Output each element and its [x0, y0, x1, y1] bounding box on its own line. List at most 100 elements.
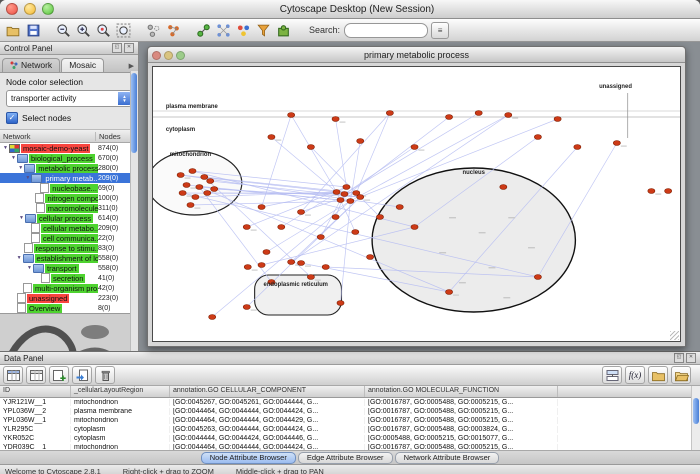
- zoom-out-icon[interactable]: [54, 21, 73, 40]
- search-input[interactable]: [344, 23, 428, 38]
- expand-caret-icon[interactable]: ▼: [10, 155, 17, 161]
- close-data-panel-icon[interactable]: ✕: [686, 353, 696, 363]
- network-minimize-icon[interactable]: [164, 51, 173, 60]
- table-cell: YKR052C: [0, 435, 71, 442]
- network-close-icon[interactable]: [152, 51, 161, 60]
- tree-item-secretion[interactable]: secretion41(0): [0, 273, 131, 283]
- new-attribute-icon[interactable]: [49, 366, 69, 384]
- table-row[interactable]: YJR121W__1mitochondrion[GO:0045267, GO:0…: [0, 398, 700, 407]
- network-icon: [9, 144, 20, 153]
- tree-item-overview[interactable]: Overview8(0): [0, 303, 131, 313]
- select-nodes-checkbox[interactable]: ✓ Select nodes: [6, 112, 132, 124]
- node-color-dropdown[interactable]: transporter activity ▲▼: [6, 90, 132, 107]
- float-panel-icon[interactable]: ◱: [112, 43, 122, 53]
- minimize-button[interactable]: [24, 3, 36, 15]
- search-options-button[interactable]: ≡: [431, 22, 449, 39]
- table-row[interactable]: YLR295Ccytoplasm[GO:0045263, GO:0044444,…: [0, 425, 700, 434]
- table-row[interactable]: YDR039C__1mitochondrion[GO:0044464, GO:0…: [0, 443, 700, 450]
- fx-button[interactable]: f(x): [625, 366, 645, 384]
- tree-item-cellular-metabo[interactable]: cellular metabo...209(0): [0, 223, 131, 233]
- tree-item-multi-organism-pro[interactable]: multi-organism pro...42(0): [0, 283, 131, 293]
- hide-selected-icon[interactable]: [144, 21, 163, 40]
- close-panel-icon[interactable]: ✕: [124, 43, 134, 53]
- tree-item-label: nucleobase...: [50, 184, 98, 193]
- node-count: 874(0): [98, 145, 131, 152]
- import-attributes-icon[interactable]: [72, 366, 92, 384]
- table-cell: [GO:0016787, GO:0005488, GO:0003824, G..…: [365, 426, 558, 433]
- column-header-region[interactable]: _cellularLayoutRegion: [71, 386, 170, 397]
- table-cell: cytoplasm: [71, 435, 170, 442]
- node-count: 100(0): [98, 195, 131, 202]
- expand-caret-icon[interactable]: ▼: [26, 265, 33, 271]
- scrollbar-thumb[interactable]: [131, 73, 137, 153]
- tree-item-transport[interactable]: ▼transport558(0): [0, 263, 131, 273]
- close-button[interactable]: [6, 3, 18, 15]
- tree-item-mosaic-demo-yeast[interactable]: ▼mosaic-demo-yeast874(0): [0, 143, 131, 153]
- unselect-attributes-icon[interactable]: [26, 366, 46, 384]
- show-all-icon[interactable]: [164, 21, 183, 40]
- network-column-header[interactable]: Network: [3, 132, 95, 141]
- tab-network-attribute-browser[interactable]: Network Attribute Browser: [395, 452, 500, 464]
- expand-caret-icon[interactable]: ▼: [17, 165, 24, 171]
- zoom-window-button[interactable]: [42, 3, 54, 15]
- float-data-panel-icon[interactable]: ◱: [674, 353, 684, 363]
- network-canvas[interactable]: plasma membranecytoplasmmitochondrionnuc…: [152, 66, 681, 342]
- tab-network[interactable]: Network: [2, 58, 60, 72]
- zoom-selected-icon[interactable]: [94, 21, 113, 40]
- tab-node-attribute-browser[interactable]: Node Attribute Browser: [201, 452, 296, 464]
- table-cell: [GO:0016787, GO:0005488, GO:0005215, G..…: [365, 399, 558, 406]
- vizmapper-icon[interactable]: [234, 21, 253, 40]
- network-window-titlebar[interactable]: primary metabolic process: [148, 47, 685, 63]
- network-maximize-icon[interactable]: [176, 51, 185, 60]
- filters-icon[interactable]: [254, 21, 273, 40]
- column-header-molecular-function[interactable]: annotation.GO MOLECULAR_FUNCTION: [365, 386, 558, 397]
- save-session-icon[interactable]: [24, 21, 43, 40]
- table-row[interactable]: YKR052Ccytoplasm[GO:0044444, GO:0044424,…: [0, 434, 700, 443]
- map-ontology-icon[interactable]: [602, 366, 622, 384]
- expand-caret-icon[interactable]: ▼: [18, 215, 25, 221]
- tree-item-establishment-of-lo[interactable]: ▼establishment of lo...558(0): [0, 253, 131, 263]
- column-header-id[interactable]: ID: [0, 386, 71, 397]
- tree-item-label: cellular process: [37, 214, 93, 223]
- table-row[interactable]: YPL036W__2plasma membrane[GO:0044464, GO…: [0, 407, 700, 416]
- tree-item-nitrogen-compo[interactable]: nitrogen compo...100(0): [0, 193, 131, 203]
- tab-edge-attribute-browser[interactable]: Edge Attribute Browser: [298, 452, 393, 464]
- select-attributes-icon[interactable]: [3, 366, 23, 384]
- open-session-icon[interactable]: [4, 21, 23, 40]
- table-row[interactable]: YPL036W__1mitochondrion[GO:0044464, GO:0…: [0, 416, 700, 425]
- tree-item-label: secretion: [51, 274, 85, 283]
- tree-item-macromolecule[interactable]: macromolecule...311(0): [0, 203, 131, 213]
- node-count: 22(0): [98, 235, 131, 242]
- zoom-in-icon[interactable]: [74, 21, 93, 40]
- new-network-icon[interactable]: [194, 21, 213, 40]
- main-toolbar: Search: ≡: [0, 19, 700, 42]
- resize-grip[interactable]: [670, 331, 679, 340]
- tree-item-cell-communica[interactable]: cell communica...22(0): [0, 233, 131, 243]
- network-overview-thumbnail[interactable]: [0, 313, 138, 351]
- delete-attribute-icon[interactable]: [95, 366, 115, 384]
- import-file-icon[interactable]: [648, 366, 668, 384]
- control-panel-scrollbar[interactable]: [130, 71, 138, 351]
- plugins-icon[interactable]: [274, 21, 293, 40]
- tree-item-nucleobase[interactable]: nucleobase...69(0): [0, 183, 131, 193]
- tree-item-primary-metab[interactable]: ▼primary metab...209(0): [0, 173, 131, 183]
- expand-caret-icon[interactable]: ▼: [24, 175, 31, 181]
- open-folder-icon[interactable]: [671, 366, 691, 384]
- column-header-cellular-component[interactable]: annotation.GO CELLULAR_COMPONENT: [170, 386, 365, 397]
- tab-mosaic[interactable]: Mosaic: [61, 58, 104, 72]
- tree-item-response-to-stimu[interactable]: response to stimu...83(0): [0, 243, 131, 253]
- apply-layout-icon[interactable]: [214, 21, 233, 40]
- leaf-icon: [17, 293, 26, 303]
- expand-caret-icon[interactable]: ▼: [16, 255, 23, 261]
- expand-caret-icon[interactable]: ▼: [2, 145, 9, 151]
- nodes-column-header[interactable]: Nodes: [95, 132, 135, 141]
- tree-item-metabolic-process[interactable]: ▼metabolic process280(0): [0, 163, 131, 173]
- window-titlebar[interactable]: Cytoscape Desktop (New Session): [0, 0, 700, 19]
- network-desktop: primary metabolic process plasma membran…: [139, 42, 700, 351]
- table-scrollbar-thumb[interactable]: [693, 398, 699, 424]
- table-scrollbar[interactable]: [691, 386, 700, 450]
- tree-item-unassigned[interactable]: unassigned223(0): [0, 293, 131, 303]
- tree-item-cellular-process[interactable]: ▼cellular process614(0): [0, 213, 131, 223]
- tree-item-biological-process[interactable]: ▼biological_process670(0): [0, 153, 131, 163]
- zoom-fit-icon[interactable]: [114, 21, 133, 40]
